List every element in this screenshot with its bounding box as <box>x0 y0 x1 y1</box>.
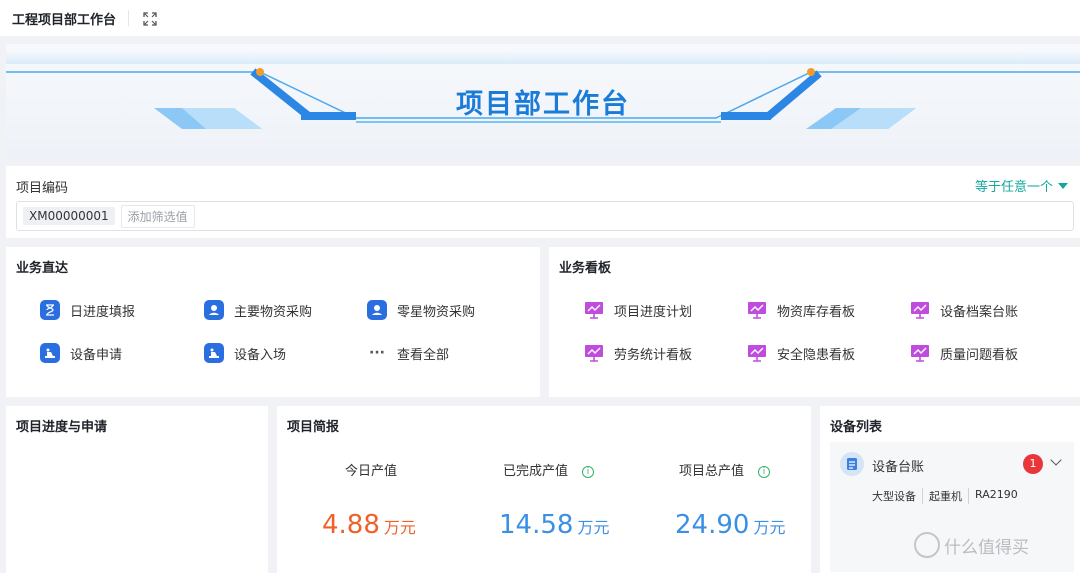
dashboard-icon <box>584 300 604 320</box>
banner: 项目部工作台 <box>6 44 1080 158</box>
caret-down-icon <box>1058 182 1068 189</box>
shortcut-daily-progress[interactable]: 日进度填报 <box>40 300 135 320</box>
dashboard-icon <box>910 343 930 363</box>
shortcut-misc-material-purchase[interactable]: 零星物资采购 <box>367 300 475 320</box>
top-bar: 工程项目部工作台 <box>0 0 1080 36</box>
board-safety-hazard[interactable]: 安全隐患看板 <box>747 343 855 363</box>
dashboard-icon <box>910 300 930 320</box>
watermark-logo-icon <box>914 532 940 558</box>
section-title: 业务直达 <box>16 261 69 276</box>
dashboard-icon <box>584 343 604 363</box>
board-label: 安全隐患看板 <box>777 347 856 363</box>
metric-unit: 万元 <box>577 518 610 537</box>
info-icon[interactable]: i <box>758 466 771 478</box>
metric-label: 今日产值 <box>345 464 398 479</box>
metric-number: 14.58 <box>499 510 574 540</box>
board-label: 劳务统计看板 <box>614 347 693 363</box>
equipment-icon <box>204 343 224 363</box>
section-title: 项目简报 <box>287 420 340 435</box>
shortcut-label: 设备申请 <box>70 347 123 363</box>
equipment-name: 设备台账 <box>872 460 925 475</box>
filter-tag[interactable]: XM00000001 <box>23 207 115 225</box>
board-material-stock[interactable]: 物资库存看板 <box>747 300 855 320</box>
metric-value-completed: 14.58 万元 <box>499 510 609 540</box>
equipment-type: 起重机 <box>922 488 968 504</box>
app-title: 工程项目部工作台 <box>12 12 117 28</box>
progress-request-panel: 项目进度与申请 <box>6 406 268 573</box>
add-filter-value[interactable]: 添加筛选值 <box>120 204 195 228</box>
watermark: 什么值得买 <box>914 532 1029 558</box>
section-title: 项目进度与申请 <box>16 420 108 435</box>
shortcut-equipment-entry[interactable]: 设备入场 <box>204 343 286 363</box>
shortcut-main-material-purchase[interactable]: 主要物资采购 <box>204 300 312 320</box>
filter-label: 项目编码 <box>16 181 69 196</box>
hourglass-icon <box>40 300 60 320</box>
metric-number: 24.90 <box>675 510 750 540</box>
metric-label-total: 项目总产值 i <box>679 460 771 479</box>
metric-value-total: 24.90 万元 <box>675 510 785 540</box>
business-board-panel: 业务看板 项目进度计划 物资库存看板 设备档案台账 劳务统计看板 安全隐患看板 … <box>549 247 1080 397</box>
board-label: 设备档案台账 <box>940 304 1019 320</box>
document-icon <box>840 452 864 476</box>
metric-label: 已完成产值 <box>503 464 569 479</box>
filter-panel: 项目编码 等于任意一个 XM00000001 添加筛选值 <box>6 166 1080 238</box>
dashboard-icon <box>747 343 767 363</box>
shortcut-label: 日进度填报 <box>70 304 136 320</box>
business-shortcuts-panel: 业务直达 日进度填报 主要物资采购 零星物资采购 设备申请 设备入场 ··· 查… <box>6 247 540 397</box>
metric-label-completed: 已完成产值 i <box>503 460 595 479</box>
section-title: 设备列表 <box>830 420 883 435</box>
filter-operator-select[interactable]: 等于任意一个 <box>975 176 1068 195</box>
chevron-down-icon[interactable] <box>1050 454 1062 466</box>
shortcut-label: 查看全部 <box>397 347 450 363</box>
shortcut-equipment-request[interactable]: 设备申请 <box>40 343 122 363</box>
shortcut-label: 主要物资采购 <box>234 304 313 320</box>
info-icon[interactable]: i <box>582 466 595 478</box>
board-quality-issue[interactable]: 质量问题看板 <box>910 343 1018 363</box>
purchase-icon <box>367 300 387 320</box>
equipment-meta: 大型设备 起重机 RA2190 <box>872 488 1024 504</box>
metric-number: 4.88 <box>322 510 380 540</box>
board-labor-statistics[interactable]: 劳务统计看板 <box>584 343 692 363</box>
shortcut-label: 设备入场 <box>234 347 287 363</box>
shortcut-label: 零星物资采购 <box>397 304 476 320</box>
filter-value-field[interactable]: XM00000001 添加筛选值 <box>16 201 1074 231</box>
watermark-text: 什么值得买 <box>944 537 1029 558</box>
banner-title: 项目部工作台 <box>456 89 630 120</box>
more-icon: ··· <box>369 345 385 361</box>
metric-unit: 万元 <box>383 518 416 537</box>
board-project-schedule[interactable]: 项目进度计划 <box>584 300 692 320</box>
board-label: 质量问题看板 <box>940 347 1019 363</box>
purchase-icon <box>204 300 224 320</box>
notification-badge: 1 <box>1023 454 1043 474</box>
metric-label-today: 今日产值 <box>345 460 397 479</box>
shortcut-view-all[interactable]: ··· 查看全部 <box>367 343 449 363</box>
equipment-icon <box>40 343 60 363</box>
metric-value-today: 4.88 万元 <box>322 510 416 540</box>
section-title: 业务看板 <box>559 261 612 276</box>
filter-operator-label: 等于任意一个 <box>974 180 1053 195</box>
metric-unit: 万元 <box>753 518 786 537</box>
project-brief-panel: 项目简报 今日产值 已完成产值 i 项目总产值 i 4.88 万元 14.58 万元 2… <box>277 406 811 573</box>
equipment-model: RA2190 <box>968 488 1024 504</box>
dashboard-icon <box>747 300 767 320</box>
board-label: 项目进度计划 <box>614 304 693 320</box>
board-label: 物资库存看板 <box>777 304 856 320</box>
equipment-category: 大型设备 <box>872 490 916 503</box>
divider <box>128 10 130 26</box>
metric-label: 项目总产值 <box>679 464 745 479</box>
fullscreen-icon[interactable] <box>143 11 157 26</box>
board-equipment-archive[interactable]: 设备档案台账 <box>910 300 1018 320</box>
